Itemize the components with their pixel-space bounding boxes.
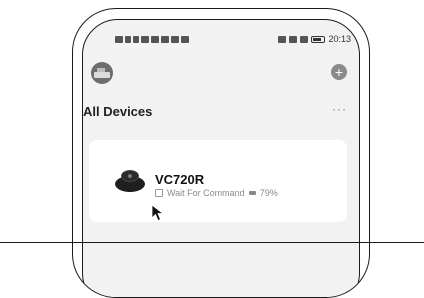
status-icon	[155, 189, 163, 197]
device-status-row: Wait For Command 79%	[155, 188, 278, 198]
mouse-cursor-icon	[151, 204, 165, 222]
status-left-icons	[115, 35, 189, 43]
nfc-icon	[289, 35, 298, 43]
phone-screen: 20:13 + All Devices ··· VC720R Wait For …	[82, 19, 360, 297]
status-time: 20:13	[328, 34, 351, 44]
bluetooth-icon	[300, 35, 309, 43]
eye-icon	[278, 35, 287, 43]
device-name: VC720R	[155, 172, 205, 187]
robot-vacuum-icon	[115, 170, 145, 194]
page-title: All Devices	[83, 104, 153, 119]
avatar[interactable]	[91, 62, 113, 84]
notification3-icon	[171, 35, 179, 43]
notification2-icon	[161, 35, 169, 43]
battery-icon	[311, 35, 326, 43]
notification-icon	[151, 35, 159, 43]
signal2-icon	[133, 35, 139, 43]
phone-frame: 20:13 + All Devices ··· VC720R Wait For …	[72, 8, 370, 298]
battery-mini-icon	[248, 191, 256, 195]
status-right-icons: 20:13	[278, 34, 351, 44]
device-battery: 79%	[259, 188, 278, 198]
bottom-divider	[0, 242, 424, 243]
device-status: Wait For Command	[167, 188, 245, 198]
device-card[interactable]: VC720R Wait For Command 79%	[89, 140, 347, 222]
plus-circle-icon[interactable]: +	[331, 64, 347, 80]
sim-icon	[115, 35, 123, 43]
more-menu-button[interactable]: ···	[332, 102, 347, 116]
status-bar: 20:13	[83, 32, 359, 46]
wifi-icon	[141, 35, 149, 43]
notification4-icon	[181, 35, 189, 43]
signal-icon	[125, 35, 131, 43]
